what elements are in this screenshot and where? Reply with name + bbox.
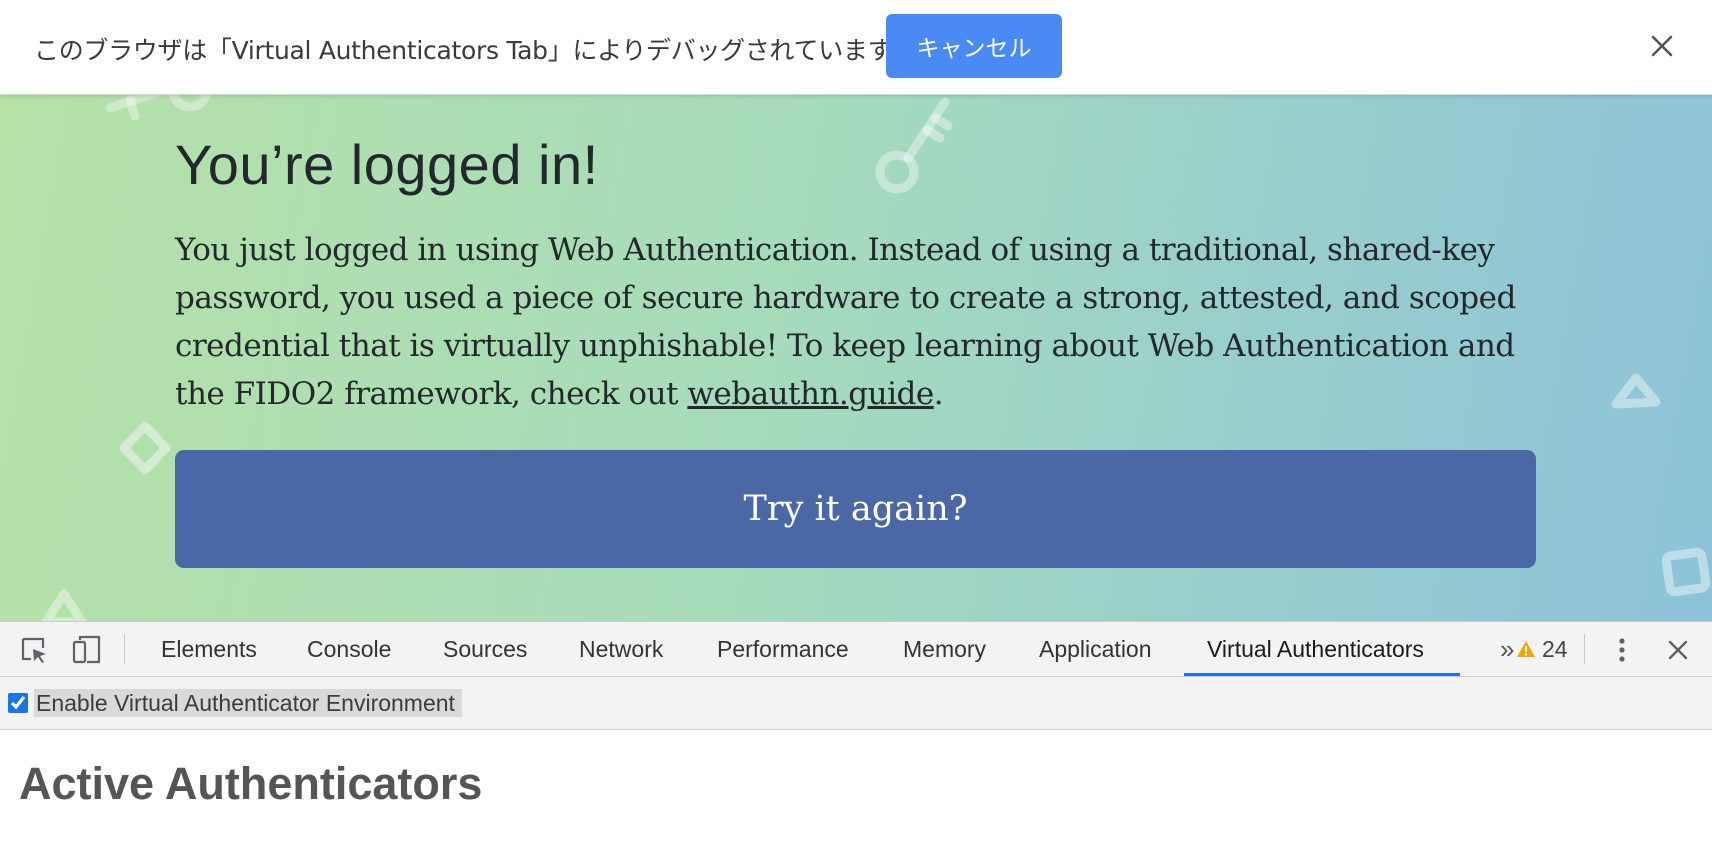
enable-environment-label[interactable]: Enable Virtual Authenticator Environment	[34, 689, 462, 717]
page-content: You’re logged in! You just logged in usi…	[0, 94, 1712, 621]
tab-memory[interactable]: Memory	[903, 622, 986, 676]
toolbar-separator	[1584, 634, 1585, 664]
kebab-menu-icon[interactable]	[1604, 632, 1640, 668]
tab-virtual-authenticators[interactable]: Virtual Authenticators	[1207, 622, 1424, 676]
tab-performance[interactable]: Performance	[717, 622, 849, 676]
tab-network[interactable]: Network	[579, 622, 663, 676]
warning-icon	[1517, 641, 1535, 657]
enable-environment-checkbox[interactable]	[8, 693, 28, 713]
tab-elements[interactable]: Elements	[161, 622, 257, 676]
close-icon[interactable]	[1640, 24, 1684, 68]
warnings-counter[interactable]: 24	[1516, 622, 1568, 676]
tab-application[interactable]: Application	[1039, 622, 1152, 676]
more-tabs-icon[interactable]: »	[1500, 622, 1514, 676]
toolbar-separator	[124, 634, 125, 664]
inspect-element-icon[interactable]	[16, 632, 52, 668]
tab-console[interactable]: Console	[307, 622, 391, 676]
close-devtools-icon[interactable]	[1660, 632, 1696, 668]
virtual-authenticator-options: Enable Virtual Authenticator Environment	[0, 677, 1712, 730]
cancel-debug-button[interactable]: キャンセル	[886, 14, 1062, 78]
active-authenticators-heading: Active Authenticators	[19, 758, 483, 809]
try-again-button[interactable]: Try it again?	[175, 450, 1536, 568]
tab-sources[interactable]: Sources	[443, 622, 527, 676]
infobar-message: このブラウザは「Virtual Authenticators Tab」によりデバ…	[34, 36, 893, 65]
devtools-toolbar: Elements Console Sources Network Perform…	[0, 622, 1712, 677]
page-title: You’re logged in!	[175, 133, 599, 196]
key-icon	[875, 97, 953, 194]
device-toolbar-icon[interactable]	[68, 632, 104, 668]
webauthn-guide-link[interactable]: webauthn.guide	[687, 376, 934, 412]
warning-count: 24	[1542, 635, 1568, 662]
active-tab-indicator	[1184, 673, 1460, 676]
page-description: You just logged in using Web Authenticat…	[175, 226, 1545, 418]
devtools-panel: Elements Console Sources Network Perform…	[0, 621, 1712, 847]
debug-infobar: このブラウザは「Virtual Authenticators Tab」によりデバ…	[0, 0, 1712, 95]
description-end: .	[933, 376, 944, 412]
